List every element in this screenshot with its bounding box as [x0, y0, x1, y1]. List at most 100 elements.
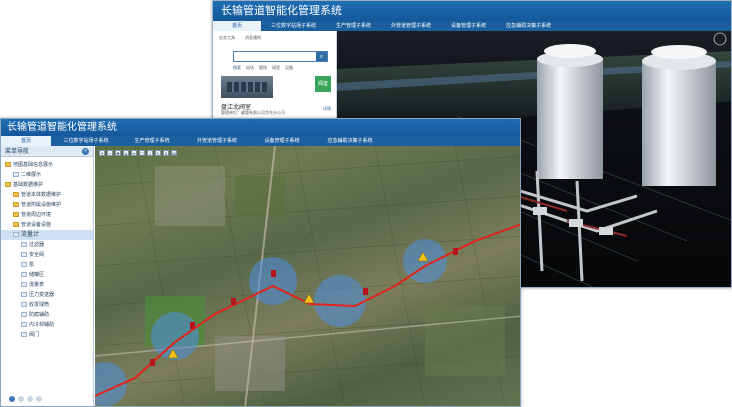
pan-icon[interactable]: ✥	[115, 150, 121, 156]
clear-icon[interactable]: ×	[163, 150, 169, 156]
folder-icon	[13, 202, 19, 207]
satellite-map[interactable]: + − ✥ ⌂ ↔ ▢ i ↖ × ▤	[83, 145, 520, 406]
back-nav: 首页 三位数字站场子系统 生产管理子系统 外管道管理子系统 设备管理子系统 应急…	[213, 21, 731, 31]
back-actions: 业务工具 消息通知	[213, 31, 336, 45]
menu-item[interactable]: 基础数据维护	[1, 180, 93, 190]
pointer-icon[interactable]: ↖	[155, 150, 161, 156]
folder-icon	[5, 162, 11, 167]
menu-item[interactable]: 二维展示	[1, 170, 93, 180]
menu-item-label: 泵	[29, 262, 35, 268]
business-tools-link[interactable]: 业务工具	[219, 35, 235, 41]
back-search-links: 搜索 站场 管线 阀室 设备	[213, 62, 336, 74]
front-tab-emergency[interactable]: 应急辅助决策子系统	[313, 136, 387, 146]
map-graphic	[83, 145, 520, 406]
menu-item[interactable]: 泵	[1, 260, 93, 270]
zoom-in-icon[interactable]: +	[99, 150, 105, 156]
map-toolbar: + − ✥ ⌂ ↔ ▢ i ↖ × ▤	[99, 150, 177, 156]
menu-item-label: 流量表	[29, 282, 45, 288]
document-icon	[21, 332, 27, 337]
document-icon	[13, 232, 19, 237]
search-link-station[interactable]: 站场	[246, 65, 254, 71]
menu-item[interactable]: 管道本体数据维护	[1, 190, 93, 200]
document-icon	[21, 252, 27, 257]
print-icon[interactable]: ▤	[171, 150, 177, 156]
document-icon	[21, 242, 27, 247]
menu-item[interactable]: 管道周边环境	[1, 210, 93, 220]
sidebar-title: 菜单导航	[5, 148, 30, 155]
search-link-valve[interactable]: 阀室	[272, 65, 280, 71]
pager-dot[interactable]	[36, 396, 42, 402]
valve-marker	[453, 248, 458, 255]
front-tab-home[interactable]: 首页	[1, 136, 51, 146]
back-tab-home[interactable]: 首页	[213, 21, 261, 31]
back-tab-equipment[interactable]: 设备管理子系统	[441, 21, 496, 31]
folder-icon	[5, 182, 11, 187]
station-card[interactable]: 阀室 盘江北阀室 管理单位：输管有限公司华东分公司 详情	[221, 76, 333, 116]
identify-icon[interactable]: i	[147, 150, 153, 156]
valve-marker	[363, 288, 368, 295]
menu-item[interactable]: 管道设备设施	[1, 220, 93, 230]
pager-dot[interactable]	[27, 396, 33, 402]
menu-item-label: 基础数据维护	[13, 182, 44, 188]
front-tab-production[interactable]: 生产管理子系统	[121, 136, 183, 146]
menu-item-label: 管道附属设施维护	[21, 202, 62, 208]
back-tab-emergency[interactable]: 应急辅助决策子系统	[496, 21, 561, 31]
back-search-box[interactable]: ⌕	[233, 51, 328, 62]
menu-item-label: 二维展示	[21, 172, 42, 178]
menu-item[interactable]: 压力变送器	[1, 290, 93, 300]
menu-item-label: 压力变送器	[29, 292, 55, 298]
menu-item[interactable]: 内冷却辅助	[1, 320, 93, 330]
notice-link[interactable]: 消息通知	[245, 35, 261, 41]
front-tab-equipment[interactable]: 设备管理子系统	[251, 136, 313, 146]
menu-item-label: 管道设备设施	[21, 222, 52, 228]
front-tab-outer-pipe[interactable]: 外管道管理子系统	[183, 136, 251, 146]
menu-item[interactable]: 流量表	[1, 280, 93, 290]
full-extent-icon[interactable]: ⌂	[123, 150, 129, 156]
measure-icon[interactable]: ↔	[131, 150, 137, 156]
folder-icon	[13, 212, 19, 217]
station-detail-link[interactable]: 详情	[323, 106, 331, 112]
search-icon[interactable]: ⌕	[316, 52, 327, 61]
search-link-pipe[interactable]: 管线	[259, 65, 267, 71]
menu-item[interactable]: 阀门	[1, 330, 93, 340]
front-tab-station[interactable]: 三位数字站场子系统	[51, 136, 121, 146]
menu-item-label: 阀门	[29, 332, 40, 338]
valve-marker	[190, 322, 195, 329]
menu-item[interactable]: 流量计	[1, 230, 93, 240]
station-subtitle: 管理单位：输管有限公司华东分公司	[221, 110, 285, 115]
menu-item-label: 安全阀	[29, 252, 45, 258]
search-label: 搜索	[233, 65, 241, 70]
document-icon	[21, 312, 27, 317]
back-tab-outer-pipe[interactable]: 外管道管理子系统	[381, 21, 441, 31]
menu-item[interactable]: 管道附属设施维护	[1, 200, 93, 210]
menu-item[interactable]: 储罐区	[1, 270, 93, 280]
station-thumbnail	[221, 76, 273, 98]
pager-dot[interactable]	[18, 396, 24, 402]
menu-item[interactable]: 防腐辅助	[1, 310, 93, 320]
warning-icon	[303, 293, 315, 304]
zoom-out-icon[interactable]: −	[107, 150, 113, 156]
search-link-device[interactable]: 设备	[285, 65, 293, 71]
document-icon	[13, 172, 19, 177]
folder-icon	[13, 222, 19, 227]
menu-item-label: 地图基础信息展示	[13, 162, 54, 168]
menu-item-label: 内冷却辅助	[29, 322, 55, 328]
select-icon[interactable]: ▢	[139, 150, 145, 156]
valve-marker	[150, 359, 155, 366]
menu-item[interactable]: 安全阀	[1, 250, 93, 260]
menu-item-label: 管道周边环境	[21, 212, 52, 218]
collapse-icon[interactable]: «	[82, 148, 89, 155]
pager-dot[interactable]	[9, 396, 15, 402]
menu-item[interactable]: 过滤器	[1, 240, 93, 250]
menu-sidebar: 菜单导航 « 地图基础信息展示 二维展示基础数据维护管道本体数据维护 管道附属设施维…	[1, 146, 94, 406]
coverage-area	[314, 275, 366, 327]
menu-tree: 地图基础信息展示 二维展示基础数据维护管道本体数据维护 管道附属设施维护 管道周边环境…	[1, 157, 93, 340]
menu-item[interactable]: 地图基础信息展示	[1, 160, 93, 170]
sidebar-header: 菜单导航 «	[1, 146, 93, 157]
back-tab-station[interactable]: 三位数字站场子系统	[261, 21, 326, 31]
menu-item-label: 管道本体数据维护	[21, 192, 62, 198]
front-window: 长输管道智能化管理系统 首页 三位数字站场子系统 生产管理子系统 外管道管理子系…	[0, 118, 521, 407]
menu-item[interactable]: 收发球筒	[1, 300, 93, 310]
back-tab-production[interactable]: 生产管理子系统	[326, 21, 381, 31]
station-badge: 阀室	[315, 76, 331, 92]
